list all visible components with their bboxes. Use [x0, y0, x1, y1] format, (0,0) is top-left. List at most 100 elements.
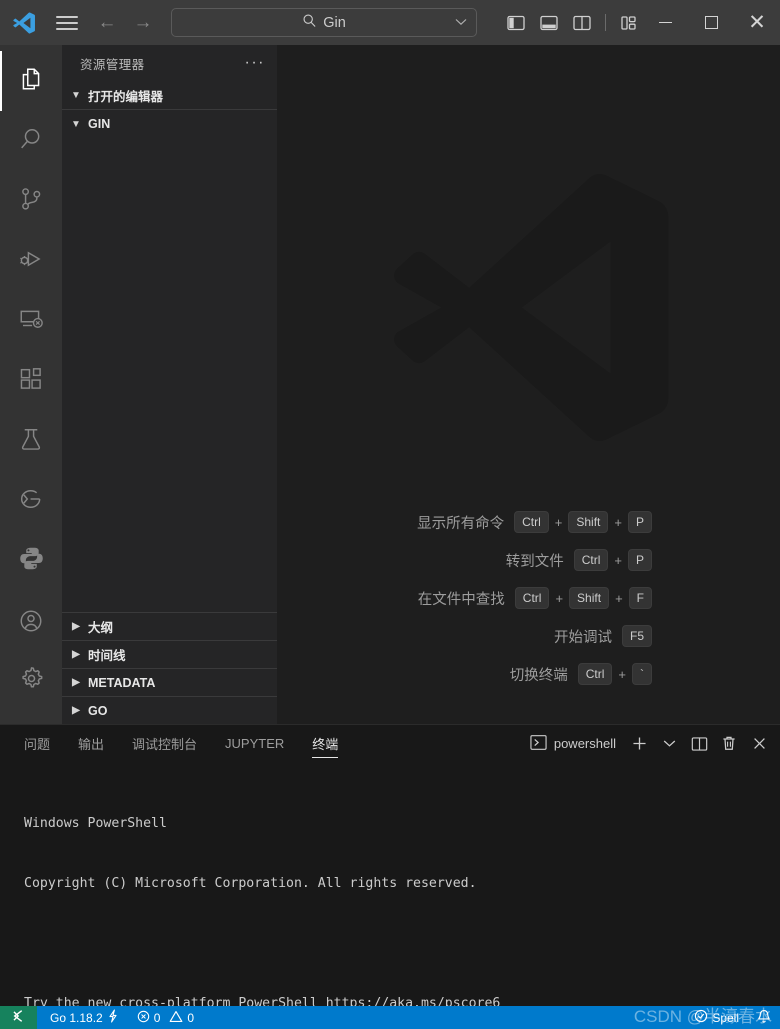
activity-item-explorer[interactable]	[0, 51, 62, 111]
chevron-right-icon: ▶	[72, 705, 80, 716]
chevron-down-icon[interactable]	[455, 17, 467, 29]
toggle-panel-icon[interactable]	[536, 10, 562, 36]
warning-count: 0	[187, 1010, 195, 1025]
more-actions-icon[interactable]: ···	[245, 55, 265, 71]
window-controls: ✕	[642, 0, 780, 45]
tab-output[interactable]: 输出	[78, 725, 104, 762]
search-input[interactable]: Gin	[171, 8, 477, 37]
sidebar-section-label: GIN	[88, 117, 111, 131]
source-control-icon	[18, 186, 44, 217]
sidebar-section-label: 打开的编辑器	[88, 89, 164, 104]
title-bar: ← → Gin ✕	[0, 0, 780, 45]
activity-item-remote-explorer[interactable]	[0, 291, 62, 351]
arrow-left-icon[interactable]: ←	[92, 8, 122, 38]
vscode-logo-watermark	[364, 143, 694, 478]
shortcut-label: 显示所有命令	[417, 515, 505, 532]
shortcut-label: 开始调试	[553, 629, 612, 646]
key-cap: Shift	[568, 511, 609, 533]
customize-layout-icon[interactable]	[616, 10, 642, 36]
workbench-body: 资源管理器 ··· ▼ 打开的编辑器 ▼ GIN ▶ 大纲 ▶ 时间线 ▶ ME…	[0, 45, 780, 724]
split-editor-icon[interactable]	[686, 731, 712, 757]
shortcut-row: 开始调试 F5	[277, 625, 652, 647]
activity-item-source-control[interactable]	[0, 171, 62, 231]
activity-item-search[interactable]	[0, 111, 62, 171]
terminal-tab-item[interactable]: powershell	[530, 734, 616, 754]
shortcut-keys: Ctrl + Shift + P	[514, 511, 652, 533]
remote-window-icon	[10, 1009, 27, 1026]
tab-jupyter[interactable]: JUPYTER	[225, 725, 284, 762]
chevron-down-icon[interactable]	[656, 731, 682, 757]
close-icon[interactable]	[746, 731, 772, 757]
sidebar-empty-space	[62, 138, 277, 612]
activity-item-accounts[interactable]	[0, 594, 62, 652]
sidebar-section-go[interactable]: ▶ GO	[62, 696, 277, 724]
terminal-name: powershell	[553, 736, 616, 751]
activity-item-settings[interactable]	[0, 652, 62, 710]
python-icon	[18, 545, 45, 577]
shortcut-row: 显示所有命令 Ctrl + Shift + P	[277, 511, 652, 533]
check-circle-icon	[694, 1009, 708, 1026]
terminal-output[interactable]: Windows PowerShell Copyright (C) Microso…	[0, 762, 780, 1029]
key-cap: `	[632, 663, 652, 685]
key-cap: Ctrl	[577, 663, 613, 685]
account-icon	[18, 608, 44, 639]
activity-item-python[interactable]	[0, 531, 62, 591]
toggle-primary-sidebar-icon[interactable]	[503, 10, 529, 36]
terminal-line: Copyright (C) Microsoft Corporation. All…	[24, 876, 477, 891]
chevron-down-icon: ▼	[71, 89, 81, 101]
files-explorer-icon	[18, 66, 44, 97]
activity-item-go[interactable]	[0, 471, 62, 531]
explorer-sidebar: 资源管理器 ··· ▼ 打开的编辑器 ▼ GIN ▶ 大纲 ▶ 时间线 ▶ ME…	[62, 45, 277, 724]
chevron-right-icon: ▶	[72, 649, 80, 660]
sidebar-section-open-editors[interactable]: ▼ 打开的编辑器	[62, 81, 277, 109]
chevron-right-icon: ▶	[72, 621, 80, 632]
maximize-icon[interactable]	[688, 0, 734, 45]
shortcut-label: 切换终端	[509, 667, 568, 684]
tab-problems[interactable]: 问题	[24, 725, 50, 762]
key-cap: Ctrl	[514, 511, 549, 533]
chevron-down-icon: ▼	[71, 118, 81, 130]
minimize-icon[interactable]	[642, 0, 688, 45]
toggle-secondary-sidebar-icon[interactable]	[569, 10, 595, 36]
activity-item-testing[interactable]	[0, 411, 62, 471]
trash-icon[interactable]	[716, 731, 742, 757]
layout-controls	[503, 10, 642, 36]
activity-item-extensions[interactable]	[0, 351, 62, 411]
vscode-window: ← → Gin ✕ 资源管理器 ··· ▼ 打开的编辑器 ▼ GIN ▶ 大纲 …	[0, 0, 780, 1029]
activity-item-run-and-debug[interactable]	[0, 231, 62, 291]
search-icon	[18, 126, 44, 157]
sidebar-section-label: GO	[88, 703, 108, 718]
sidebar-section-timeline[interactable]: ▶ 时间线	[62, 640, 277, 668]
status-remote-indicator[interactable]	[0, 1006, 37, 1029]
arrow-right-icon[interactable]: →	[128, 8, 158, 38]
sidebar-section-gin[interactable]: ▼ GIN	[62, 110, 277, 138]
key-cap: F	[628, 587, 652, 609]
status-bar: Go 1.18.2 0 0 Spell CSDN @半濠春水	[0, 1006, 780, 1029]
status-go-version[interactable]: Go 1.18.2	[41, 1006, 128, 1029]
terminal-icon	[530, 734, 547, 754]
sidebar-section-outline[interactable]: ▶ 大纲	[62, 612, 277, 640]
run-and-debug-icon	[18, 246, 44, 277]
tab-debug-console[interactable]: 调试控制台	[132, 725, 197, 762]
welcome-shortcuts: 显示所有命令 Ctrl + Shift + P 转到文件 Ctrl + P 在文…	[277, 511, 780, 685]
hamburger-menu-icon[interactable]	[49, 0, 86, 45]
gear-icon	[18, 665, 45, 697]
key-separator: +	[554, 514, 563, 530]
sidebar-header: 资源管理器 ···	[62, 45, 277, 81]
status-notifications[interactable]	[748, 1006, 780, 1029]
shortcut-keys: Ctrl + `	[577, 663, 652, 685]
status-problems[interactable]: 0 0	[128, 1006, 203, 1029]
panel-header: 问题 输出 调试控制台 JUPYTER 终端 powershell	[0, 725, 780, 762]
testing-flask-icon	[18, 426, 44, 457]
status-spell-checker[interactable]: Spell	[685, 1006, 748, 1029]
navigation-controls: ← →	[92, 8, 158, 38]
search-value: Gin	[323, 14, 346, 31]
close-icon[interactable]: ✕	[734, 0, 780, 45]
go-version-label: Go 1.18.2	[50, 1010, 103, 1025]
key-separator: +	[618, 666, 626, 682]
plus-icon[interactable]	[626, 731, 652, 757]
sidebar-section-metadata[interactable]: ▶ METADATA	[62, 668, 277, 696]
tab-terminal[interactable]: 终端	[312, 725, 339, 762]
error-circle-icon	[137, 1010, 150, 1026]
